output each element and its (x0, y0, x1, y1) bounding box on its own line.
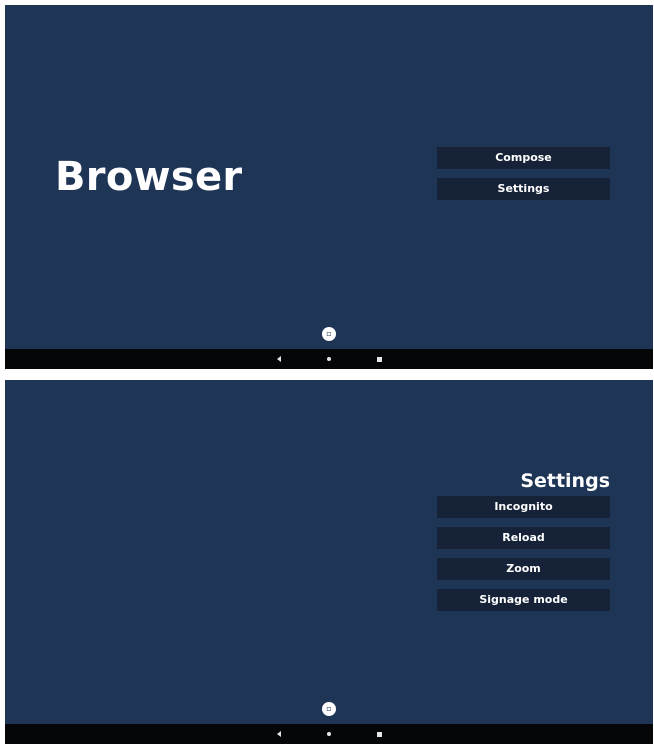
nav-recent-button[interactable] (369, 724, 389, 744)
system-nav-bar (5, 349, 653, 369)
zoom-button[interactable]: Zoom (437, 558, 610, 580)
reload-button[interactable]: Reload (437, 527, 610, 549)
settings-screen: Settings Incognito Reload Zoom Signage m… (5, 380, 653, 744)
nav-recent-button[interactable] (369, 349, 389, 369)
app-title: Browser (55, 154, 243, 200)
settings-heading: Settings (520, 470, 610, 492)
nav-back-button[interactable] (269, 724, 289, 744)
recent-apps-square-icon (376, 356, 382, 362)
browser-main-screen: Browser Compose Settings ▫ (5, 5, 653, 369)
signage-mode-button[interactable]: Signage mode (437, 589, 610, 611)
incognito-button[interactable]: Incognito (437, 496, 610, 518)
home-indicator-icon[interactable]: ▫ (322, 702, 336, 716)
settings-button[interactable]: Settings (437, 178, 610, 200)
main-menu: Compose Settings (437, 147, 610, 209)
system-nav-bar (5, 724, 653, 744)
home-dot-icon (327, 357, 331, 361)
back-triangle-icon (277, 356, 281, 362)
settings-menu: Incognito Reload Zoom Signage mode (437, 496, 610, 620)
back-triangle-icon (277, 731, 281, 737)
recent-apps-square-icon (376, 731, 382, 737)
nav-home-button[interactable] (319, 724, 339, 744)
nav-home-button[interactable] (319, 349, 339, 369)
home-indicator-icon[interactable]: ▫ (322, 327, 336, 341)
home-dot-icon (327, 732, 331, 736)
compose-button[interactable]: Compose (437, 147, 610, 169)
nav-back-button[interactable] (269, 349, 289, 369)
